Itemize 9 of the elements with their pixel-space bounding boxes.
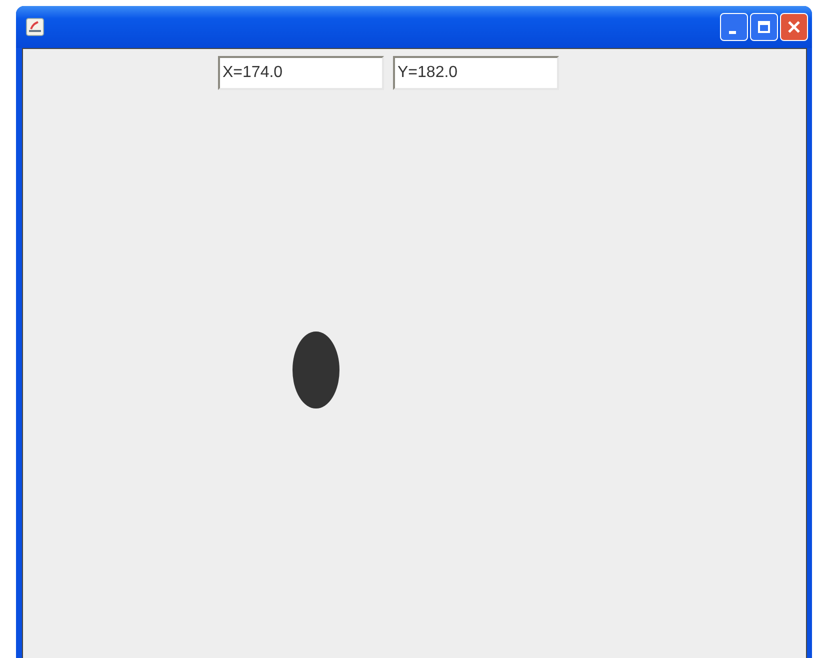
app-icon — [26, 18, 44, 36]
close-icon — [787, 20, 801, 34]
minimize-button[interactable] — [720, 13, 748, 41]
coordinate-field[interactable]: X=174.0 — [218, 56, 384, 90]
close-button[interactable] — [780, 13, 808, 41]
minimize-icon — [728, 30, 736, 34]
maximize-button[interactable] — [750, 13, 778, 41]
maximize-icon — [757, 20, 771, 34]
coordinate-field[interactable]: Y=182.0 — [392, 56, 558, 90]
